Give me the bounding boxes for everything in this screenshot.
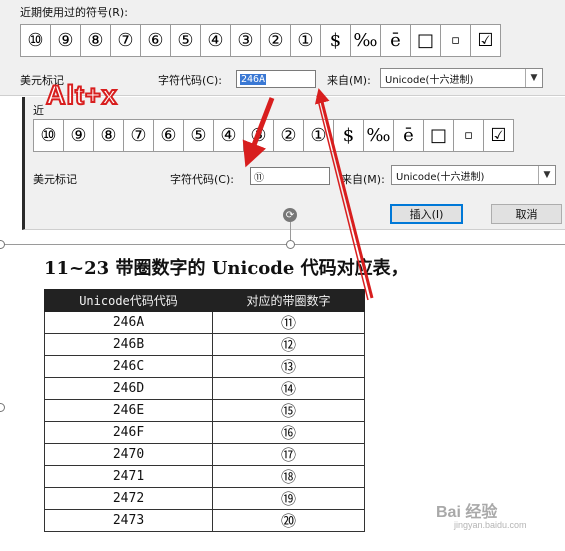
recent-symbol-cell[interactable]: ⑤ [170, 24, 201, 57]
table-row: 246C ⑬ [44, 355, 365, 378]
recent-symbol-cell[interactable]: □ [423, 119, 454, 152]
unicode-code-cell: 246E [44, 399, 213, 422]
character-name-label: 美元标记 [33, 173, 77, 186]
recent-symbol-cell[interactable]: ① [290, 24, 321, 57]
recent-symbol-cell[interactable]: ☑ [483, 119, 514, 152]
resize-handle-top-left[interactable] [0, 240, 5, 249]
recent-symbol-cell[interactable]: ⑦ [110, 24, 141, 57]
recent-symbol-cell[interactable]: ⑧ [93, 119, 124, 152]
code-converted-text: ⑪ [254, 172, 264, 184]
watermark-brand: Bai 经验 [436, 504, 498, 521]
encoding-select-value: Unicode(十六进制) [385, 74, 474, 86]
chevron-down-icon[interactable]: ▼ [538, 166, 555, 184]
unicode-code-cell: 2471 [44, 465, 213, 488]
recent-symbol-cell[interactable]: ⑨ [50, 24, 81, 57]
table-row: 2472 ⑲ [44, 487, 365, 510]
rotate-handle-stem [290, 222, 291, 242]
recent-symbol-cell[interactable]: ④ [200, 24, 231, 57]
circled-digit-cell: ⑯ [212, 421, 365, 444]
circled-digit-cell: ⑫ [212, 333, 365, 356]
character-code-input-top[interactable]: 246A [236, 70, 316, 88]
recent-symbol-cell[interactable]: ‰ [350, 24, 381, 57]
unicode-code-cell: 246F [44, 421, 213, 444]
from-label: 来自(M): [341, 173, 385, 186]
circled-digit-cell: ⑪ [212, 311, 365, 334]
recent-symbols-row-bottom: ⑩ ⑨ ⑧ ⑦ ⑥ ⑤ ④ ③ ② ① $ ‰ ē □ ▫ ☑ [33, 119, 514, 152]
recent-symbol-cell[interactable]: ⑤ [183, 119, 214, 152]
recent-symbol-cell[interactable]: ③ [230, 24, 261, 57]
resize-handle-top-center[interactable] [286, 240, 295, 249]
character-code-input-bottom[interactable]: ⑪ [250, 167, 330, 185]
recent-symbol-cell[interactable]: ē [380, 24, 411, 57]
recent-symbol-cell[interactable]: ⑩ [33, 119, 64, 152]
character-code-label: 字符代码(C): [158, 74, 222, 87]
table-row: 246F ⑯ [44, 421, 365, 444]
watermark-url: jingyan.baidu.com [454, 520, 527, 530]
recent-symbol-cell[interactable]: ③ [243, 119, 274, 152]
unicode-code-cell: 2472 [44, 487, 213, 510]
selection-frame-edge [0, 244, 565, 245]
recent-symbol-cell[interactable]: ⑥ [153, 119, 184, 152]
recent-symbol-cell[interactable]: ▫ [440, 24, 471, 57]
unicode-circle-table: Unicode代码代码 对应的带圈数字 246A ⑪ 246B ⑫ 246C ⑬ 246D ⑭… [44, 289, 365, 532]
recent-symbol-cell[interactable]: $ [333, 119, 364, 152]
recent-symbols-row-top: ⑩ ⑨ ⑧ ⑦ ⑥ ⑤ ④ ③ ② ① $ ‰ ē □ ▫ ☑ [20, 24, 501, 57]
recent-symbol-cell[interactable]: ① [303, 119, 334, 152]
alt-x-hint: Alt+x [45, 79, 118, 111]
header-unicode-code: Unicode代码代码 [44, 289, 213, 312]
unicode-code-cell: 246A [44, 311, 213, 334]
table-row: 2473 ⑳ [44, 509, 365, 532]
recent-symbol-cell[interactable]: ⑦ [123, 119, 154, 152]
unicode-code-cell: 246B [44, 333, 213, 356]
recent-symbol-cell[interactable]: ‰ [363, 119, 394, 152]
circled-digit-cell: ⑮ [212, 399, 365, 422]
circled-digit-cell: ⑲ [212, 487, 365, 510]
unicode-code-cell: 2473 [44, 509, 213, 532]
table-header-row: Unicode代码代码 对应的带圈数字 [44, 289, 365, 312]
circled-digit-cell: ⑬ [212, 355, 365, 378]
recent-symbol-cell[interactable]: □ [410, 24, 441, 57]
table-row: 2470 ⑰ [44, 443, 365, 466]
unicode-code-cell: 246C [44, 355, 213, 378]
table-row: 246E ⑮ [44, 399, 365, 422]
rotate-icon[interactable]: ⟳ [283, 208, 297, 222]
circled-digit-cell: ⑳ [212, 509, 365, 532]
cancel-button[interactable]: 取消 [491, 204, 562, 224]
recent-symbol-cell[interactable]: $ [320, 24, 351, 57]
unicode-code-cell: 246D [44, 377, 213, 400]
recent-symbol-cell[interactable]: ④ [213, 119, 244, 152]
recent-symbol-cell[interactable]: ② [273, 119, 304, 152]
recent-symbol-cell[interactable]: ☑ [470, 24, 501, 57]
document-title: 11~23 带圈数字的 Unicode 代码对应表， [44, 258, 409, 279]
recent-symbol-cell[interactable]: ē [393, 119, 424, 152]
recent-symbol-cell[interactable]: ⑨ [63, 119, 94, 152]
recent-symbols-label: 近期使用过的符号(R): [20, 6, 128, 19]
recent-symbol-cell[interactable]: ⑥ [140, 24, 171, 57]
unicode-code-cell: 2470 [44, 443, 213, 466]
recent-symbol-cell[interactable]: ② [260, 24, 291, 57]
recent-symbol-cell[interactable]: ⑩ [20, 24, 51, 57]
chevron-down-icon[interactable]: ▼ [525, 69, 542, 87]
from-label: 来自(M): [327, 74, 371, 87]
character-code-label: 字符代码(C): [170, 173, 234, 186]
encoding-select-value: Unicode(十六进制) [396, 171, 485, 183]
header-circle-digit: 对应的带圈数字 [212, 289, 365, 312]
circled-digit-cell: ⑰ [212, 443, 365, 466]
table-row: 2471 ⑱ [44, 465, 365, 488]
circled-digit-cell: ⑭ [212, 377, 365, 400]
insert-button[interactable]: 插入(I) [390, 204, 463, 224]
table-row: 246D ⑭ [44, 377, 365, 400]
recent-symbol-cell[interactable]: ▫ [453, 119, 484, 152]
circled-digit-cell: ⑱ [212, 465, 365, 488]
partial-label: 近 [33, 104, 44, 117]
code-selected-text: 246A [240, 73, 267, 85]
table-row: 246A ⑪ [44, 311, 365, 334]
table-row: 246B ⑫ [44, 333, 365, 356]
baidu-jingyan-watermark: Bai 经验 jingyan.baidu.com [436, 498, 527, 530]
encoding-select-top[interactable]: Unicode(十六进制) ▼ [380, 68, 543, 88]
recent-symbol-cell[interactable]: ⑧ [80, 24, 111, 57]
resize-handle-middle-left[interactable] [0, 403, 5, 412]
encoding-select-bottom[interactable]: Unicode(十六进制) ▼ [391, 165, 556, 185]
